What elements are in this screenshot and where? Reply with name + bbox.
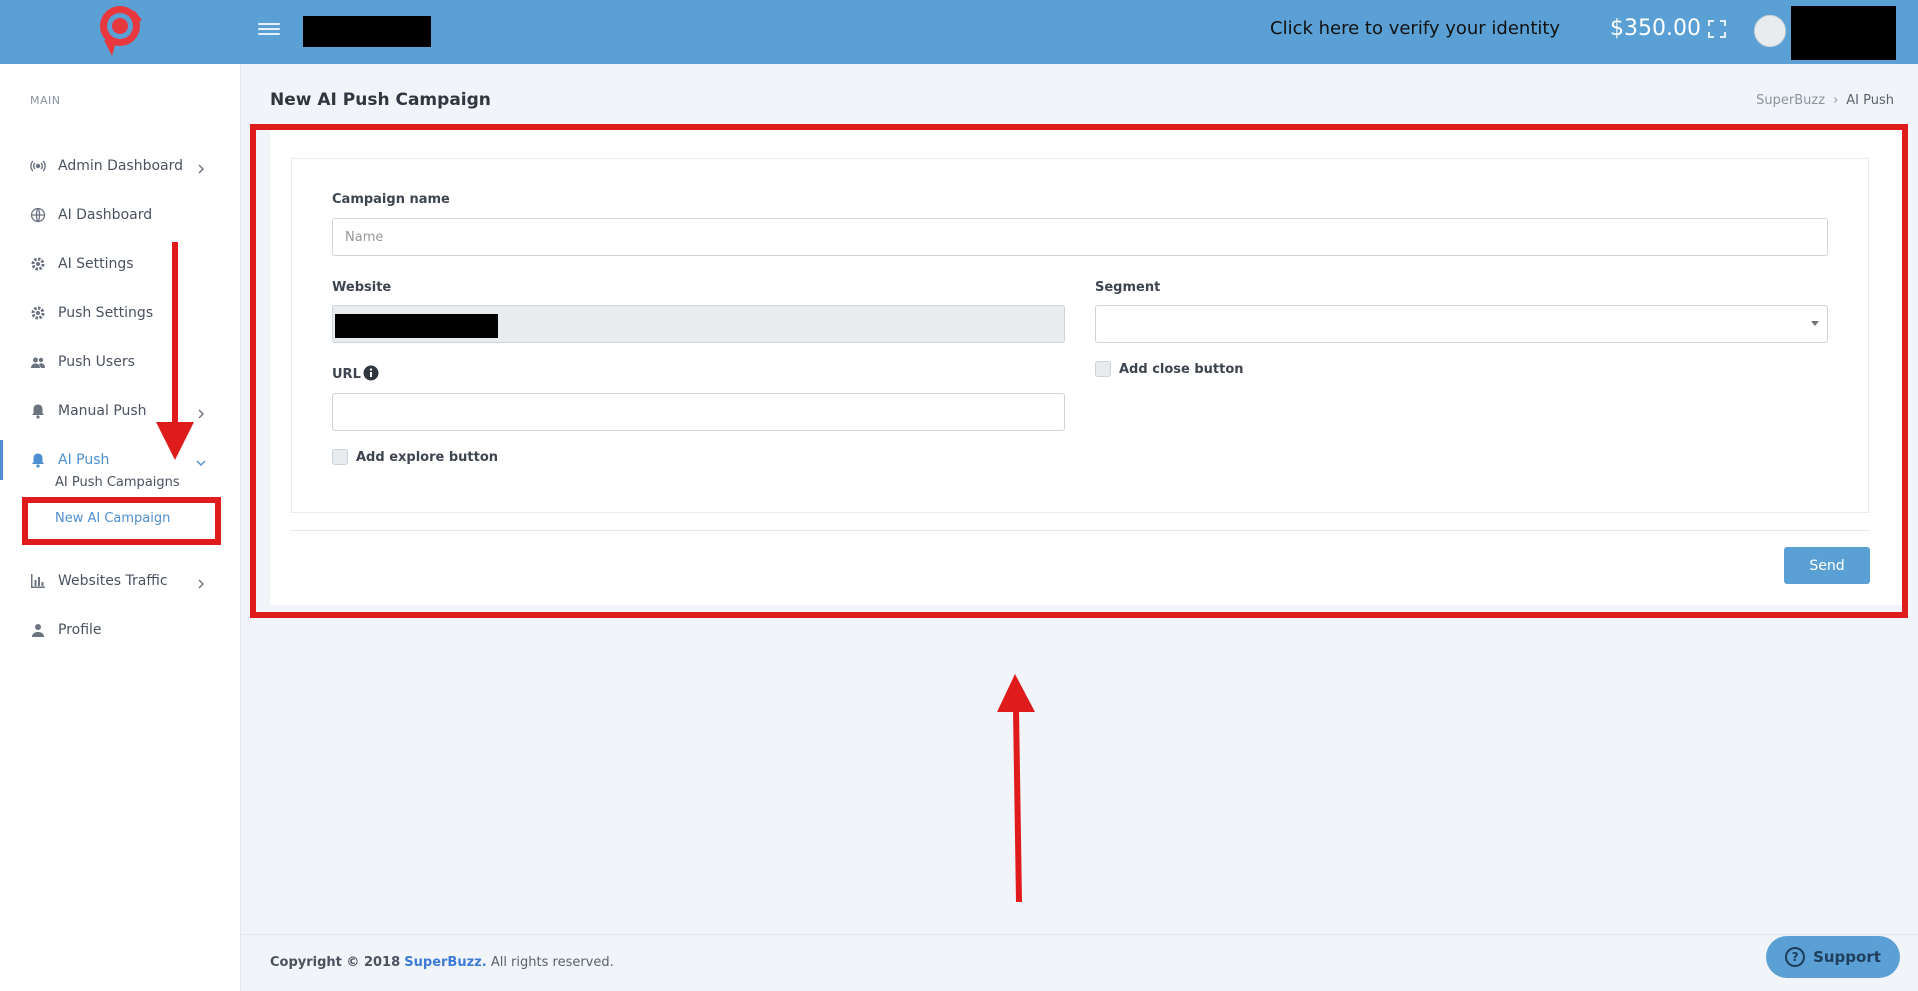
- segment-select[interactable]: [1095, 305, 1828, 343]
- chevron-right-icon: [196, 159, 206, 174]
- sidebar-section-title: MAIN: [30, 94, 61, 107]
- breadcrumb-superbuzz[interactable]: SuperBuzz: [1756, 93, 1825, 108]
- user-icon: [30, 622, 46, 638]
- add-explore-button-checkbox[interactable]: [332, 449, 348, 465]
- url-input[interactable]: [332, 393, 1065, 431]
- bell-icon: [30, 403, 46, 419]
- breadcrumb: SuperBuzz › AI Push: [1756, 93, 1894, 108]
- support-button[interactable]: ? Support: [1766, 936, 1900, 978]
- page-title: New AI Push Campaign: [270, 90, 491, 110]
- info-icon[interactable]: [363, 365, 379, 381]
- redacted-user-name: [1791, 6, 1896, 60]
- copyright-text: Copyright © 2018 SuperBuzz. All rights r…: [270, 955, 614, 970]
- brand-link[interactable]: SuperBuzz.: [404, 955, 486, 970]
- redacted-site-name: [303, 16, 431, 47]
- sidebar-item-label: Manual Push: [58, 403, 147, 419]
- send-button[interactable]: Send: [1784, 547, 1870, 584]
- add-close-button-checkbox[interactable]: [1095, 361, 1111, 377]
- submenu-item-new-ai-campaign[interactable]: New AI Campaign: [55, 511, 170, 526]
- sidebar-item-ai-dashboard[interactable]: AI Dashboard: [0, 195, 240, 235]
- support-label: Support: [1813, 948, 1881, 966]
- avatar[interactable]: [1754, 15, 1786, 47]
- sidebar-item-label: AI Settings: [58, 256, 134, 272]
- users-icon: [30, 354, 46, 370]
- sidebar-item-label: Profile: [58, 622, 102, 638]
- breadcrumb-ai-push: AI Push: [1846, 93, 1894, 108]
- bell-icon: [30, 452, 46, 468]
- fullscreen-icon[interactable]: [1708, 20, 1726, 38]
- add-explore-button-label[interactable]: Add explore button: [356, 450, 498, 465]
- segment-label: Segment: [1095, 280, 1161, 295]
- gear-icon: [30, 256, 46, 272]
- form-divider: [290, 530, 1870, 531]
- account-balance: $350.00: [1610, 16, 1701, 41]
- campaign-name-label: Campaign name: [332, 192, 450, 207]
- chevron-right-icon: [196, 404, 206, 419]
- website-label: Website: [332, 280, 392, 295]
- chevron-down-icon: [196, 453, 206, 466]
- add-close-button-label[interactable]: Add close button: [1119, 362, 1244, 377]
- sidebar-item-label: AI Push: [58, 452, 110, 468]
- sidebar-item-label: Websites Traffic: [58, 573, 168, 589]
- broadcast-icon: [30, 158, 46, 174]
- url-label: URL: [332, 367, 361, 382]
- website-field: [332, 305, 1065, 343]
- sidebar-item-label: Push Settings: [58, 305, 154, 321]
- chevron-right-icon: [196, 574, 206, 589]
- sidebar-item-label: Push Users: [58, 354, 135, 370]
- submenu-item-ai-push-campaigns[interactable]: AI Push Campaigns: [55, 475, 180, 490]
- globe-icon: [30, 207, 46, 223]
- gear-icon: [30, 305, 46, 321]
- footer: Copyright © 2018 SuperBuzz. All rights r…: [241, 934, 1918, 991]
- sidebar-item-push-settings[interactable]: Push Settings: [0, 293, 240, 333]
- sidebar: MAIN Admin Dashboard AI Dashboard AI Set…: [0, 64, 241, 991]
- sidebar-item-ai-push[interactable]: AI Push: [0, 440, 240, 480]
- sidebar-item-push-users[interactable]: Push Users: [0, 342, 240, 382]
- sidebar-item-label: Admin Dashboard: [58, 158, 184, 174]
- hamburger-icon[interactable]: [258, 20, 280, 38]
- sidebar-item-manual-push[interactable]: Manual Push: [0, 391, 240, 431]
- chevron-right-icon: ›: [1833, 93, 1839, 108]
- redacted-website-value: [335, 314, 498, 338]
- bar-chart-icon: [30, 573, 46, 589]
- verify-identity-link[interactable]: Click here to verify your identity: [1270, 18, 1560, 39]
- campaign-name-input[interactable]: Name: [332, 218, 1828, 256]
- sidebar-item-label: AI Dashboard: [58, 207, 153, 223]
- top-bar: Click here to verify your identity $350.…: [0, 0, 1918, 64]
- sidebar-item-ai-settings[interactable]: AI Settings: [0, 244, 240, 284]
- copyright-suffix: All rights reserved.: [490, 955, 614, 970]
- help-icon: ?: [1785, 947, 1806, 967]
- copyright-prefix: Copyright © 2018: [270, 955, 401, 970]
- sidebar-item-admin-dashboard[interactable]: Admin Dashboard: [0, 146, 240, 186]
- sidebar-item-websites-traffic[interactable]: Websites Traffic: [0, 561, 240, 601]
- logo-icon[interactable]: [94, 2, 146, 58]
- caret-down-icon: [1811, 321, 1819, 326]
- campaign-name-placeholder: Name: [345, 229, 384, 245]
- sidebar-item-profile[interactable]: Profile: [0, 610, 240, 650]
